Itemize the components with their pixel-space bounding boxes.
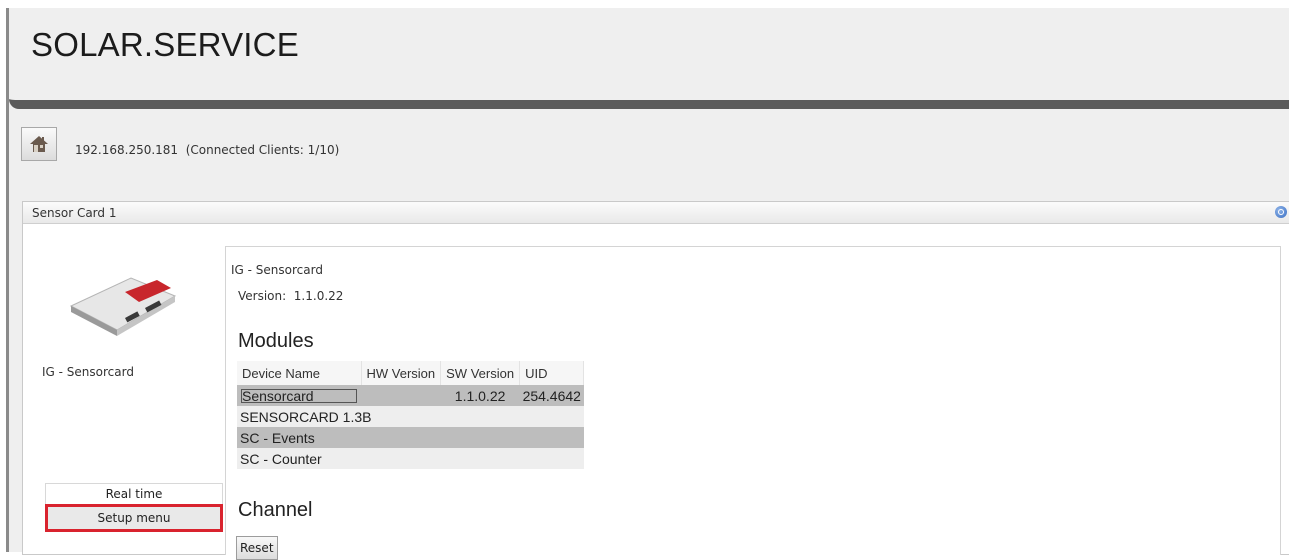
table-row[interactable]: SC - Counter [237,448,584,469]
tab-setup-menu[interactable]: Setup menu [45,504,223,532]
content-area: IG - Sensorcard Version: 1.1.0.22 Module… [225,246,1281,560]
table-cell: 1.1.0.22 [440,385,520,406]
table-cell [440,448,520,469]
table-row[interactable]: Sensorcard 1.1.0.22 254.4642 [237,385,584,406]
connection-status: 192.168.250.181 (Connected Clients: 1/10… [75,143,340,157]
table-cell [519,448,584,469]
table-cell [361,448,441,469]
device-label: IG - Sensorcard [42,365,134,379]
table-cell [440,406,520,427]
reset-button[interactable]: Reset [236,536,278,560]
table-row[interactable]: SC - Events [237,427,584,448]
panel-header: Sensor Card 1 [23,202,1289,224]
table-cell-value: Sensorcard [240,388,358,404]
sensor-card-panel: Sensor Card 1 IG - Sensorcard Real time … [22,201,1289,560]
column-header[interactable]: SW Version [440,361,521,385]
product-name: IG - Sensorcard [231,263,323,277]
app-title: SOLAR.SERVICE [31,26,299,63]
panel-title: Sensor Card 1 [32,206,117,220]
channel-heading: Channel [238,499,313,521]
collapse-icon[interactable] [1275,206,1287,218]
view-tabs: Real time Setup menu [45,483,223,532]
device-image [69,277,177,336]
table-cell [440,427,520,448]
tab-real-time[interactable]: Real time [45,483,223,504]
app-window: SOLAR.SERVICE 192.168.250.181 (Connected… [6,8,1289,560]
header-bar: SOLAR.SERVICE [9,8,1289,109]
table-cell: 254.4642 [519,385,584,406]
modules-table: Device Name HW Version SW Version UID Se… [237,361,585,469]
table-cell [361,427,441,448]
table-cell: SC - Events [237,427,361,448]
table-cell [519,427,584,448]
column-header[interactable]: Device Name [237,361,362,385]
table-cell: Sensorcard [237,385,361,406]
table-header-row: Device Name HW Version SW Version UID [237,361,585,385]
column-header[interactable]: HW Version [361,361,442,385]
table-cell: SENSORCARD 1.3B [237,406,441,427]
home-button[interactable] [21,127,57,161]
table-cell [519,406,584,427]
version-text: Version: 1.1.0.22 [238,289,344,303]
table-cell [361,385,441,406]
home-icon [30,136,48,152]
modules-heading: Modules [238,330,314,352]
table-cell: SC - Counter [237,448,361,469]
table-row[interactable]: SENSORCARD 1.3B [237,406,584,427]
column-header[interactable]: UID [519,361,585,385]
